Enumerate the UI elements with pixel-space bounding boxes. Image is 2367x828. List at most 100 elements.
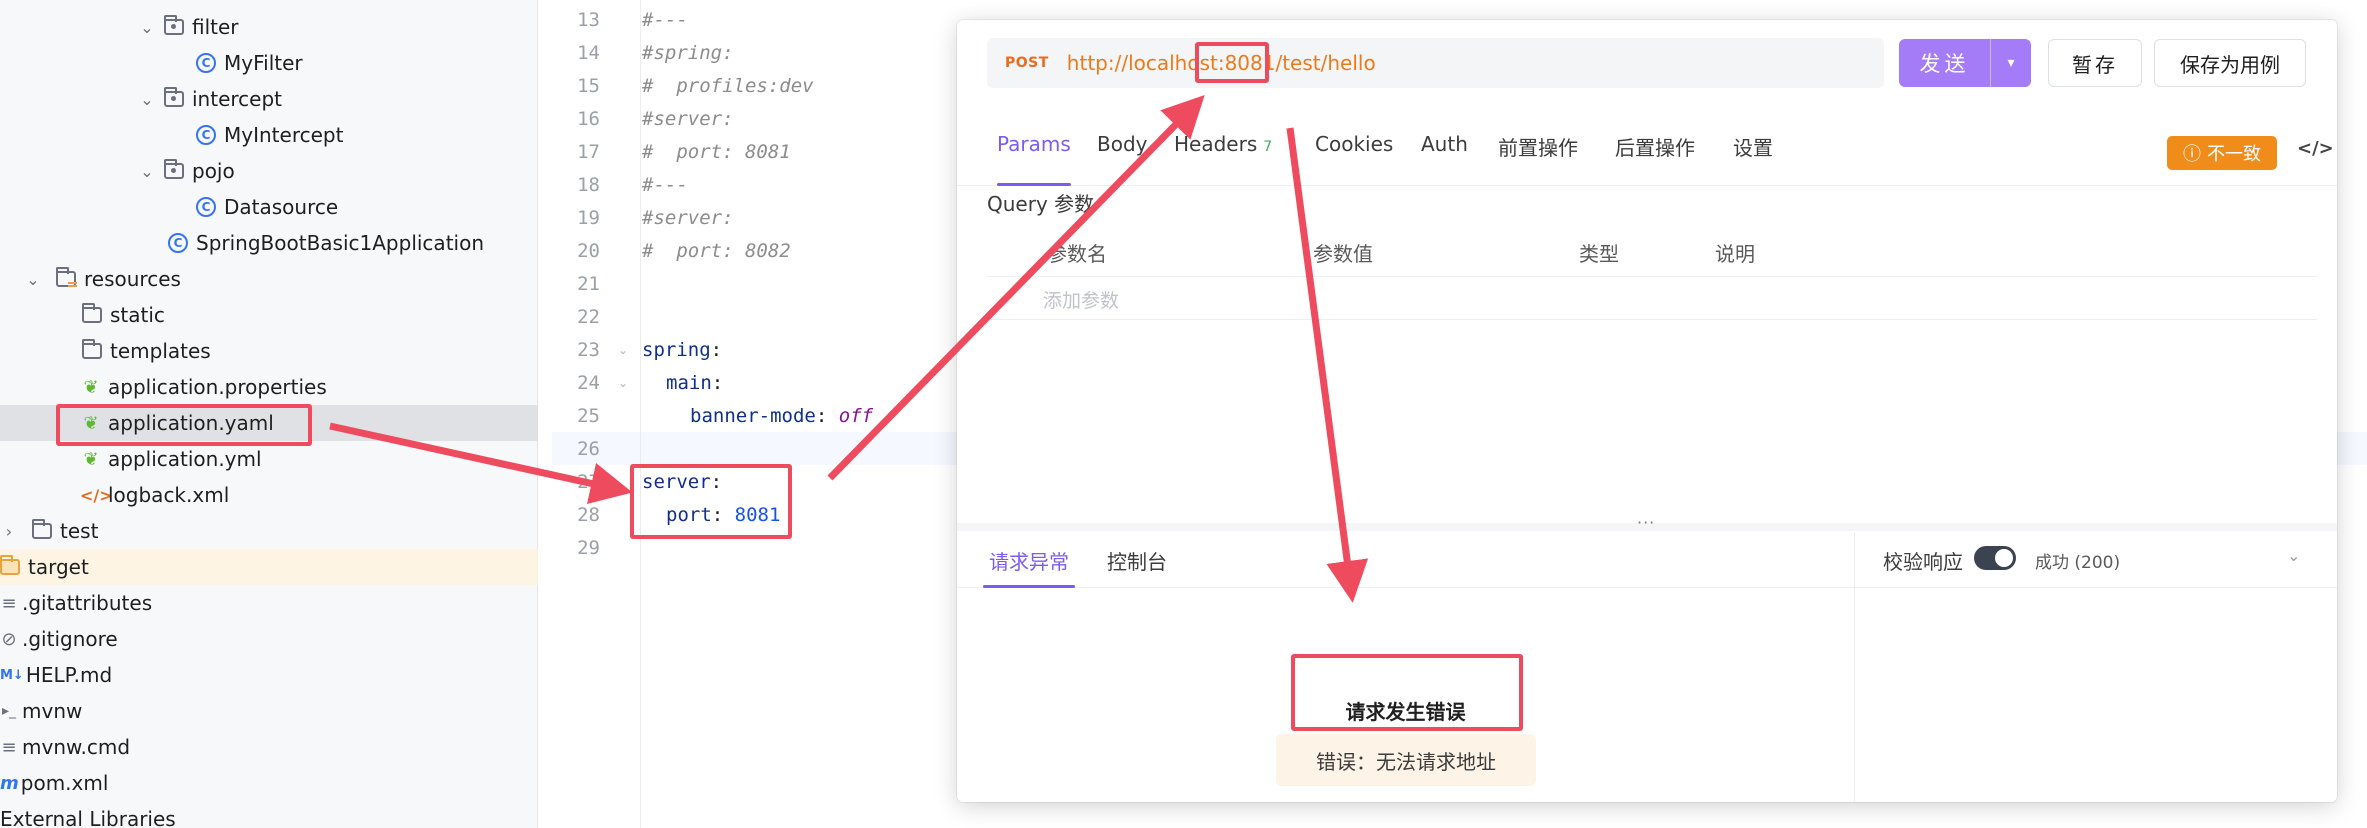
error-detail: 错误：无法请求地址	[1276, 734, 1536, 786]
tree-item-label: static	[110, 303, 165, 327]
chevron-down-icon[interactable]: ⌄	[24, 270, 42, 289]
column-header-type: 类型	[1579, 242, 1619, 266]
tree-item-springbootbasic1application[interactable]: C SpringBootBasic1Application	[0, 225, 538, 261]
chevron-down-icon[interactable]: ⌄	[138, 90, 156, 109]
tree-item-label: MyIntercept	[224, 123, 344, 147]
column-header-description: 说明	[1715, 242, 1755, 266]
annotation-box-server-port	[630, 464, 792, 539]
tab-auth[interactable]: Auth	[1421, 132, 1468, 186]
add-param-row[interactable]: 添加参数	[987, 276, 2317, 320]
line-number: 18	[577, 174, 600, 196]
tab-headers[interactable]: Headers 7	[1174, 132, 1272, 186]
tab-body[interactable]: Body	[1097, 132, 1148, 186]
tree-item-mvnw-cmd[interactable]: ≡ mvnw.cmd	[0, 729, 538, 765]
code-line: #---	[642, 9, 688, 31]
tab-cookies[interactable]: Cookies	[1315, 132, 1393, 186]
tree-item-mvnw[interactable]: ▸_ mvnw	[0, 693, 538, 729]
tree-item-pom-xml[interactable]: m pom.xml	[0, 765, 538, 801]
code-line: #server:	[642, 207, 734, 229]
package-icon	[164, 87, 184, 107]
tree-item-label: logback.xml	[108, 483, 230, 507]
folder-icon	[82, 303, 102, 323]
class-icon: C	[196, 197, 216, 217]
tree-item-test[interactable]: › test	[0, 513, 538, 549]
yaml-key: spring	[642, 339, 711, 361]
tree-item-application-properties[interactable]: ❦ application.properties	[0, 369, 538, 405]
tree-item-help-md[interactable]: M↓ HELP.md	[0, 657, 538, 693]
tab-params[interactable]: Params	[997, 132, 1071, 186]
send-button-group: 发送 ▾	[1899, 39, 2031, 87]
tree-item-resources[interactable]: ⌄ resources	[0, 261, 538, 297]
response-status: 成功 (200)	[2035, 553, 2121, 573]
tree-item-label: .gitignore	[22, 627, 118, 651]
request-tabs: Params Body Headers 7 Cookies Auth 前置操作 后…	[957, 110, 2337, 186]
fold-marker-icon[interactable]: ⌄	[618, 343, 628, 357]
url-bar[interactable]: POST http://localhost:8081/test/hello	[987, 38, 1884, 88]
tab-post-operations[interactable]: 后置操作	[1615, 132, 1695, 186]
chevron-down-icon[interactable]: ⌄	[2287, 546, 2300, 565]
annotation-box-application-yaml	[56, 404, 312, 446]
code-line: #---	[642, 174, 688, 196]
yaml-key: banner-mode	[690, 405, 816, 427]
tab-request-error[interactable]: 请求异常	[983, 546, 1075, 588]
tree-item-myfilter[interactable]: C MyFilter	[0, 45, 538, 81]
column-header-value: 参数值	[1313, 242, 1373, 266]
folder-icon	[32, 519, 52, 539]
tree-item-logback-xml[interactable]: </> logback.xml	[0, 477, 538, 513]
annotation-box-error	[1291, 654, 1523, 731]
code-line: spring:	[642, 334, 722, 367]
mismatch-badge[interactable]: ⓘ 不一致	[2167, 136, 2277, 170]
verify-response-toggle[interactable]	[1974, 546, 2016, 570]
response-divider	[1854, 532, 1855, 802]
tab-pre-operations[interactable]: 前置操作	[1498, 132, 1578, 186]
yaml-colon: :	[711, 372, 724, 394]
send-button[interactable]: 发送	[1899, 39, 1991, 87]
tree-item-filter[interactable]: ⌄ filter	[0, 9, 538, 45]
code-line: # profiles:dev	[642, 75, 814, 97]
line-number: 26	[577, 438, 600, 460]
text-file-icon: ≡	[1, 736, 17, 758]
add-param-placeholder[interactable]: 添加参数	[1043, 286, 1119, 313]
maven-file-icon: m	[0, 772, 19, 794]
info-circle-icon: ⓘ	[2183, 144, 2201, 165]
tree-item-pojo[interactable]: ⌄ pojo	[0, 153, 538, 189]
tree-item-myintercept[interactable]: C MyIntercept	[0, 117, 538, 153]
code-icon[interactable]: </>	[2297, 138, 2334, 159]
line-number: 17	[577, 141, 600, 163]
code-line: # port: 8081	[642, 141, 791, 163]
save-as-case-button[interactable]: 保存为用例	[2154, 39, 2306, 87]
tree-item-gitignore[interactable]: ⊘ .gitignore	[0, 621, 538, 657]
package-icon	[164, 159, 184, 179]
drag-handle-icon[interactable]: ···	[1637, 513, 1655, 532]
line-number: 15	[577, 75, 600, 97]
tree-item-gitattributes[interactable]: ≡ .gitattributes	[0, 585, 538, 621]
tree-item-datasource[interactable]: C Datasource	[0, 189, 538, 225]
line-number: 28	[577, 504, 600, 526]
line-number: 14	[577, 42, 600, 64]
tree-item-label: intercept	[192, 87, 282, 111]
fold-marker-icon[interactable]: ⌄	[618, 376, 628, 390]
tree-item-label: resources	[84, 267, 181, 291]
method-select[interactable]: POST	[1005, 55, 1049, 71]
chevron-down-icon[interactable]: ⌄	[138, 18, 156, 37]
tree-item-static[interactable]: static	[0, 297, 538, 333]
headers-count-badge: 7	[1263, 139, 1273, 155]
chevron-right-icon[interactable]: ›	[0, 522, 18, 541]
tree-item-intercept[interactable]: ⌄ intercept	[0, 81, 538, 117]
ignore-file-icon: ⊘	[1, 628, 17, 650]
spring-class-icon: C	[168, 233, 188, 253]
tab-console[interactable]: 控制台	[1107, 546, 1167, 588]
tree-item-application-yml[interactable]: ❦ application.yml	[0, 441, 538, 477]
tree-item-target[interactable]: target	[0, 549, 538, 585]
stash-button[interactable]: 暂存	[2048, 39, 2142, 87]
chevron-down-icon[interactable]: ⌄	[138, 162, 156, 181]
tree-item-templates[interactable]: templates	[0, 333, 538, 369]
line-number: 19	[577, 207, 600, 229]
tree-item-external-libraries[interactable]: External Libraries	[0, 801, 538, 828]
tab-settings[interactable]: 设置	[1733, 132, 1773, 186]
annotation-box-url-port	[1195, 42, 1269, 83]
chevron-down-icon[interactable]: ▾	[1991, 39, 2031, 87]
spring-config-icon: ❦	[83, 448, 99, 470]
tab-label: Headers	[1174, 132, 1258, 156]
line-number: 29	[577, 537, 600, 559]
